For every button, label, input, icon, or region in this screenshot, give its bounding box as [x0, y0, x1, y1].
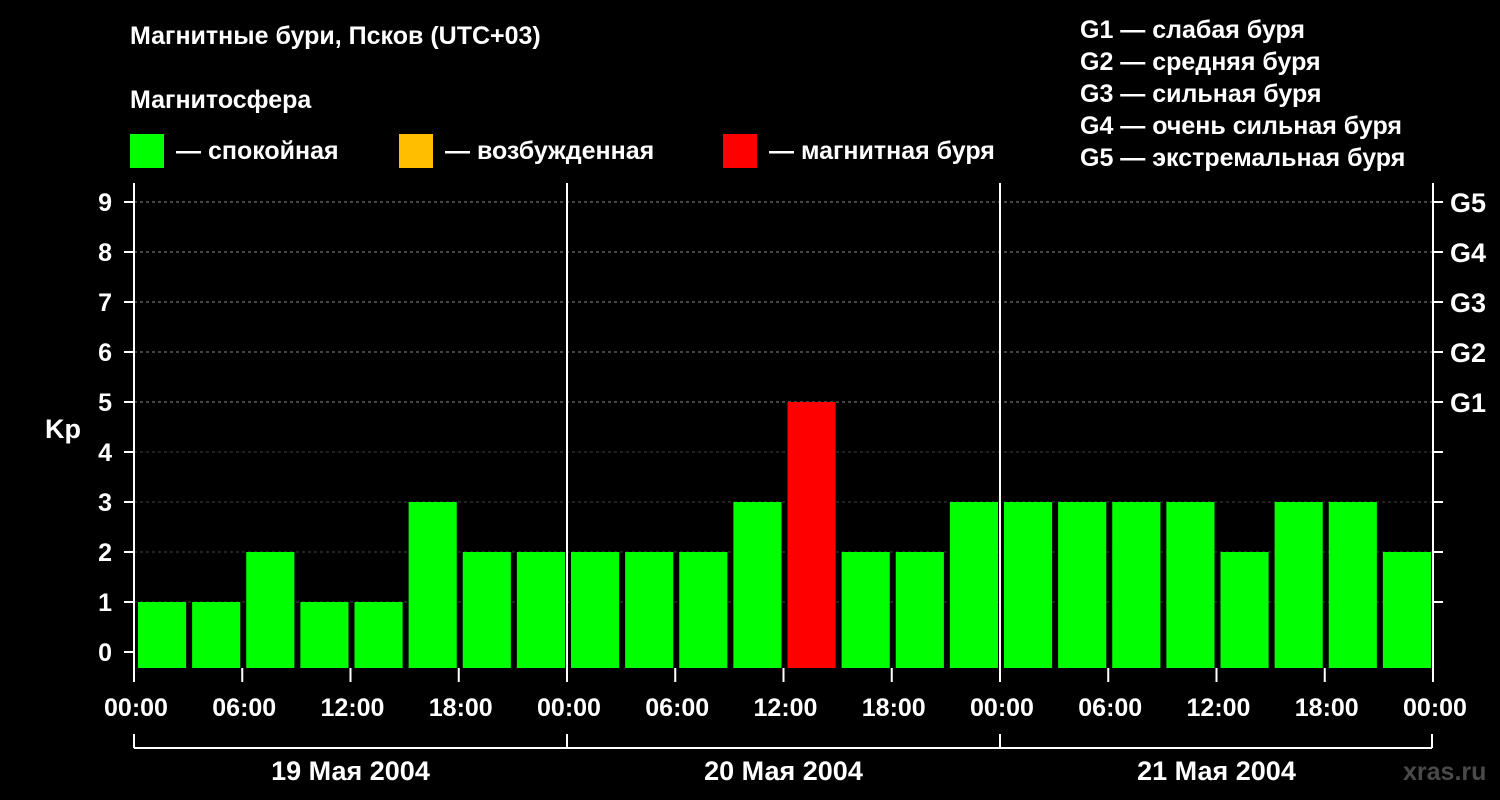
- y-tick-label: 1: [98, 589, 112, 617]
- kp-bar: [1274, 502, 1323, 668]
- kp-bar: [733, 502, 782, 668]
- kp-bar: [625, 552, 674, 668]
- storm-level-label: G1: [1450, 388, 1486, 418]
- y-tick-label: 6: [98, 339, 112, 367]
- kp-bar: [516, 552, 565, 668]
- kp-bar: [679, 552, 728, 668]
- x-tick-label: 06:00: [645, 694, 709, 722]
- kp-bar: [1112, 502, 1161, 668]
- kp-bar-chart: 0 1 2 3 4 5 6 7 8 9 G1 G2 G3 G4 G5 Kp 00:00 06:00 12:00 18:…: [45, 183, 1486, 786]
- watermark: xras.ru: [1403, 758, 1487, 786]
- kp-bar: [192, 602, 241, 668]
- x-tick-label: 12:00: [1187, 694, 1251, 722]
- y-tick-label: 0: [98, 639, 112, 667]
- y-tick-label: 8: [98, 239, 112, 267]
- x-tick-label: 12:00: [754, 694, 818, 722]
- kp-bar: [1328, 502, 1377, 668]
- y-tick-label: 5: [98, 389, 112, 417]
- y-tick-label: 7: [98, 289, 112, 317]
- y-tick-label: 4: [98, 439, 112, 467]
- y-axis-label: Kp: [45, 414, 81, 444]
- kp-bar: [1058, 502, 1107, 668]
- kp-bar: [1004, 502, 1053, 668]
- kp-bar: [138, 602, 187, 668]
- x-tick-label: 06:00: [212, 694, 276, 722]
- kp-bar: [1220, 552, 1269, 668]
- kp-bar: [787, 402, 836, 668]
- day-label: 20 Мая 2004: [704, 756, 863, 786]
- x-tick-label: 18:00: [862, 694, 926, 722]
- storm-level-label: G2: [1450, 338, 1486, 368]
- x-tick-label: 00:00: [970, 694, 1034, 722]
- x-tick-label: 12:00: [321, 694, 385, 722]
- kp-bar: [354, 602, 403, 668]
- x-tick-label: 18:00: [1295, 694, 1359, 722]
- kp-bar: [408, 502, 457, 668]
- y-tick-label: 2: [98, 539, 112, 567]
- kp-bar: [895, 552, 944, 668]
- x-tick-label: 00:00: [104, 694, 168, 722]
- storm-level-label: G3: [1450, 288, 1486, 318]
- kp-bar: [841, 552, 890, 668]
- kp-bar: [1166, 502, 1215, 668]
- storm-level-label: G4: [1450, 238, 1486, 268]
- kp-bar: [462, 552, 511, 668]
- kp-bar: [246, 552, 295, 668]
- y-tick-label: 3: [98, 489, 112, 517]
- x-tick-label: 18:00: [429, 694, 493, 722]
- kp-bar: [300, 602, 349, 668]
- day-label: 19 Мая 2004: [271, 756, 430, 786]
- x-tick-label: 06:00: [1078, 694, 1142, 722]
- kp-bar: [571, 552, 620, 668]
- x-tick-label: 00:00: [537, 694, 601, 722]
- kp-bar: [1382, 552, 1431, 668]
- y-tick-label: 9: [98, 189, 112, 217]
- x-tick-label: 00:00: [1403, 694, 1467, 722]
- day-label: 21 Мая 2004: [1137, 756, 1296, 786]
- storm-level-label: G5: [1450, 188, 1486, 218]
- kp-bar: [949, 502, 998, 668]
